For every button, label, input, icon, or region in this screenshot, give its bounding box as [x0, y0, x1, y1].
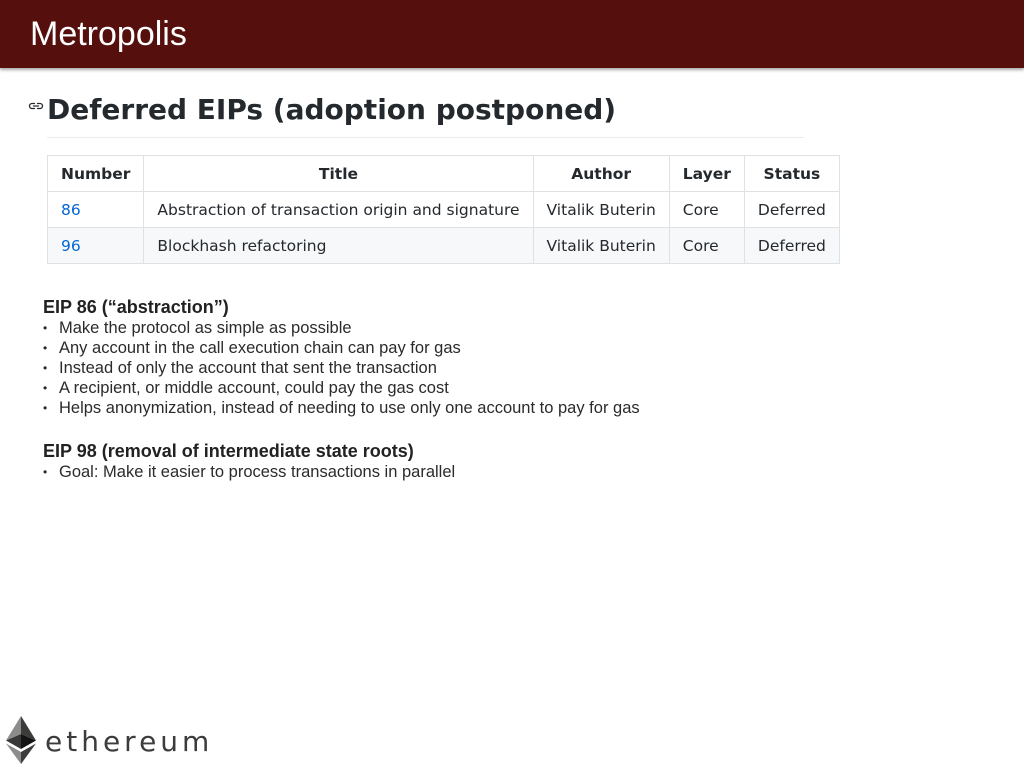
column-header-title: Title: [143, 155, 534, 192]
bullet-icon: •: [43, 401, 48, 415]
ethereum-wordmark: ethereum: [45, 725, 214, 758]
list-item: • Make the protocol as simple as possible: [43, 318, 640, 338]
bullet-text: Any account in the call execution chain …: [59, 339, 461, 357]
list-item: • Helps anonymization, instead of needing…: [43, 398, 640, 418]
cell-author: Vitalik Buterin: [532, 227, 670, 264]
eip-86-bullets: • Make the protocol as simple as possible…: [43, 318, 640, 418]
bullet-text: Goal: Make it easier to process transact…: [59, 463, 456, 481]
cell-number: 86: [46, 191, 145, 228]
cell-status: Deferred: [743, 191, 840, 228]
bullet-text: A recipient, or middle account, could pa…: [59, 379, 449, 397]
cell-title: Abstraction of transaction origin and si…: [143, 191, 534, 228]
cell-layer: Core: [668, 227, 745, 264]
notes-body: EIP 86 (“abstraction”) • Make the protoco…: [43, 296, 640, 482]
column-header-author: Author: [532, 155, 670, 192]
slide-title: Metropolis: [30, 15, 187, 53]
bullet-text: Make the protocol as simple as possible: [59, 319, 352, 337]
bullet-icon: •: [43, 321, 48, 335]
column-header-status: Status: [743, 155, 840, 192]
cell-layer: Core: [668, 191, 745, 228]
bullet-text: Instead of only the account that sent th…: [59, 359, 437, 377]
eip-number-link[interactable]: 96: [61, 237, 81, 255]
link-anchor-icon[interactable]: [28, 100, 44, 112]
eip-number-link[interactable]: 86: [61, 201, 81, 219]
table-row: 86 Abstraction of transaction origin and…: [46, 191, 840, 228]
column-header-number: Number: [46, 155, 145, 192]
slide-title-bar: Metropolis: [0, 0, 1024, 68]
column-header-layer: Layer: [668, 155, 745, 192]
section-heading-deferred-eips: Deferred EIPs (adoption postponed): [47, 93, 617, 126]
bullet-text: Helps anonymization, instead of needing …: [59, 399, 640, 417]
bullet-icon: •: [43, 341, 48, 355]
heading-divider: [47, 137, 804, 138]
cell-number: 96: [46, 227, 145, 264]
bullet-icon: •: [43, 361, 48, 375]
bullet-icon: •: [43, 465, 48, 479]
bullet-icon: •: [43, 381, 48, 395]
table-header-row: Number Title Author Layer Status: [46, 155, 840, 192]
list-item: • Goal: Make it easier to process transac…: [43, 462, 640, 482]
cell-author: Vitalik Buterin: [532, 191, 670, 228]
cell-title: Blockhash refactoring: [143, 227, 534, 264]
list-item: • Instead of only the account that sent t…: [43, 358, 640, 378]
eip-98-bullets: • Goal: Make it easier to process transac…: [43, 462, 640, 482]
list-item: • Any account in the call execution chain…: [43, 338, 640, 358]
ethereum-diamond-icon: [6, 716, 36, 764]
github-readme-excerpt: Deferred EIPs (adoption postponed) Numbe…: [26, 88, 840, 273]
eip-table: Number Title Author Layer Status 86 Abst…: [46, 155, 840, 264]
eip-98-heading: EIP 98 (removal of intermediate state ro…: [43, 441, 414, 461]
cell-status: Deferred: [743, 227, 840, 264]
table-row: 96 Blockhash refactoring Vitalik Buterin…: [46, 227, 840, 264]
eip-86-heading: EIP 86 (“abstraction”): [43, 297, 229, 317]
list-item: • A recipient, or middle account, could p…: [43, 378, 640, 398]
